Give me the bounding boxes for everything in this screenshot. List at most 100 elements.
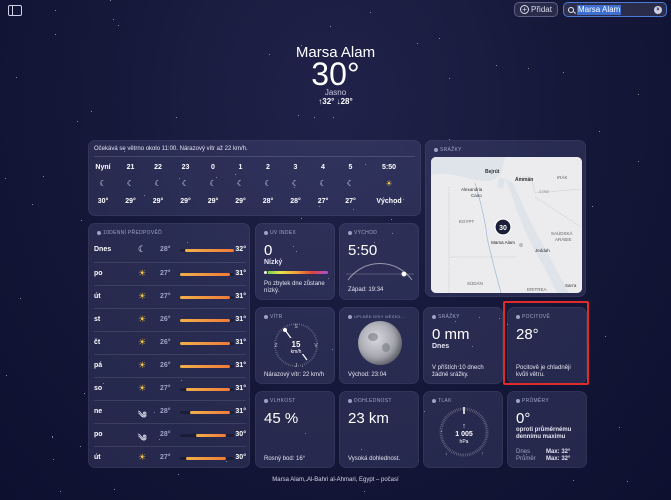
map-label-amman: Ammán [515,177,533,183]
sidebar-toggle-icon[interactable] [8,5,22,16]
moon-image [358,321,402,365]
pressure-card: TLAK ↑ 1 005 hPa ↓ ↑ [423,391,503,468]
temp-range-bar [180,296,234,299]
star [42,176,44,178]
star [51,437,53,438]
star [53,459,55,461]
moon-icon: ☾ [291,179,300,188]
gauge-icon [432,399,436,403]
map-label-syria: SÝRIE [539,190,550,194]
hour-temp: 29° [235,198,246,205]
precipitation-card: SRÁŽKY 0 mm Dnes V příštích 10 dnech žád… [423,307,503,384]
forecast-high: 31° [235,293,246,300]
search-input[interactable]: Marsa Alam × [563,2,667,17]
forecast-high: 30° [235,431,246,438]
tenday-title: 10DENNÍ PŘEDPOVĚĎ [97,230,162,236]
forecast-low: 28° [160,408,171,415]
forecast-low: 26° [160,316,171,323]
visibility-value: 23 km [348,410,389,427]
hour-label: 1 [238,164,243,171]
moon-icon [348,314,352,319]
hour-label: 0 [211,164,215,171]
sun-icon: ☀ [138,314,147,324]
forecast-row: po ☀ 27° 31° [94,262,246,284]
forecast-low: 27° [160,270,171,277]
pressure-arrow: ↑ [462,423,466,430]
add-label: Přidat [531,5,552,14]
moon-icon: ☾ [264,179,272,188]
visibility-description: Vysoká dohlednost. [348,456,401,462]
moon-icon: ☾ [154,179,162,188]
visibility-card: DOHLEDNOST 23 km Vysoká dohlednost. [339,391,419,468]
forecast-row: út ☀ 27° 30° [94,446,246,468]
temp-range-bar [180,411,234,414]
search-value[interactable]: Marsa Alam [577,4,622,15]
sunset-time: Západ: 19:34 [348,287,384,293]
moon-icon: ☾ [236,179,245,188]
forecast-row: so ☀ 27° 31° [94,377,246,399]
forecast-row: čt ☀ 26° 31° [94,331,246,353]
moon-icon: ☾ [138,244,147,254]
star [439,37,441,39]
sunrise-time: 5:50 [348,242,378,259]
pressure-unit: hPa [460,439,469,445]
temp-range-fill [180,342,230,345]
forecast-low: 27° [160,454,171,461]
svg-text:J: J [295,363,298,369]
star [109,0,111,2]
uv-level: Nízký [264,259,283,266]
star [297,115,299,117]
temp-range-bar [180,434,234,437]
forecast-day: čt [94,339,101,346]
star [55,33,57,35]
hourly-note: Očekává se větrno okolo 11:00. Nárazový … [94,146,248,152]
sunrise-icon [348,231,352,235]
uv-index-card: UV INDEX 0 Nízký Po zbytek dne zůstane n… [255,223,335,300]
hour-label: 3 [293,164,298,171]
humidity-icon [264,399,268,403]
moon-icon: ☾ [181,179,190,188]
add-location-button[interactable]: + Přidat [514,2,558,17]
moon-icon: ☾ [319,179,327,188]
hour-label: 21 [126,164,135,171]
star [52,435,54,437]
forecast-day: út [94,293,101,300]
moon-icon: ☾ [99,179,107,188]
footer-location[interactable]: Marsa Alam, Al-Bahri al-Ahmari, Egypt – … [0,477,671,483]
averages-description: oproti průměrnému dennímu maximu [516,427,572,440]
star [301,217,303,219]
sun-icon: ☀ [138,360,147,370]
precipitation-map-card[interactable]: SRÁŽKY SÝRIE Bejrút Ammán Alexandria Cai… [425,140,586,297]
temp-range-fill [185,249,234,252]
wind-compass: S J V Z 15 km/h [274,323,318,369]
temp-range-fill [180,319,230,322]
clear-search-icon[interactable]: × [654,5,662,14]
star [113,488,115,490]
forecast-high: 31° [235,385,246,392]
map-label-jeddah: Jeddah [535,248,550,253]
averages-today-label: Dnes [516,449,531,455]
forecast-row: po ༄ 28° 30° [94,423,246,445]
temp-range-fill [180,273,230,276]
moonrise-time: Východ: 23:04 [348,372,387,378]
forecast-day: so [94,385,103,392]
search-icon [568,6,574,13]
map-label-bejrut: Bejrút [485,169,500,175]
star [80,220,82,222]
hour-label: Nyní [95,164,111,171]
temp-range-bar [180,319,234,322]
forecast-day: pá [94,362,103,369]
map-label-irak: IRÁK [557,174,568,180]
star [31,204,33,206]
chart-icon [516,399,520,403]
sun-icon: ☀ [138,268,147,278]
dew-point: Rosný bod: 16° [264,456,306,462]
map-view[interactable]: SÝRIE Bejrút Ammán Alexandria Cairo IRÁK… [431,157,582,293]
uv-indicator [263,270,268,275]
eye-icon [348,399,352,403]
svg-text:↑: ↑ [481,451,484,457]
star [19,297,21,299]
hour-temp: 30° [97,198,109,205]
star [391,218,393,220]
pressure-gauge: ↑ 1 005 hPa ↓ ↑ [439,407,489,457]
